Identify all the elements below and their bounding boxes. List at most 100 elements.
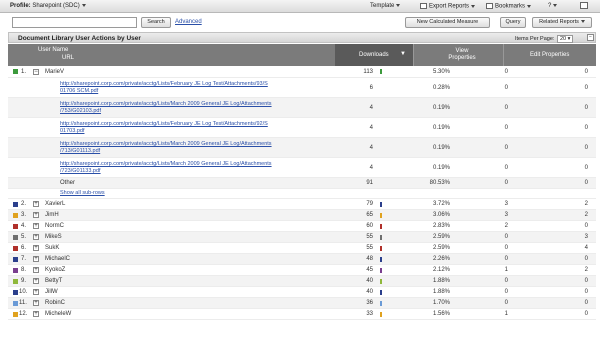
url-link[interactable]: http://sharepoint.corp.com/private/acctg… [60, 161, 272, 175]
expand-icon[interactable]: + [33, 278, 39, 284]
table-row[interactable]: 5. + MikeS 55 2.59% 0 3 [8, 232, 596, 243]
collapse-icon[interactable]: − [33, 69, 39, 75]
downloads-percent: 0.28% [432, 85, 450, 91]
user-name: JillW [45, 289, 58, 295]
edit-properties-value: 0 [584, 105, 588, 111]
expand-icon[interactable]: + [33, 201, 39, 207]
column-header-user-name[interactable]: User Name URL [8, 44, 335, 66]
downloads-percent: 2.83% [432, 223, 450, 229]
expand-icon[interactable]: + [33, 289, 39, 295]
expand-icon[interactable]: + [33, 256, 39, 262]
table-row[interactable]: 4. + NormC 60 2.83% 2 0 [8, 221, 596, 232]
table-row[interactable]: 9. + BettyT 40 1.88% 0 0 [8, 276, 596, 287]
edit-properties-value: 0 [584, 256, 588, 262]
expand-icon[interactable]: + [33, 267, 39, 273]
new-calculated-measure-button[interactable]: New Calculated Measure [405, 17, 490, 28]
table-row[interactable]: 10. + JillW 40 1.88% 0 0 [8, 287, 596, 298]
user-name: JimH [45, 212, 59, 218]
series-color-swatch [13, 268, 18, 273]
export-icon [420, 3, 427, 9]
column-header-view-properties[interactable]: View Properties [413, 44, 503, 66]
downloads-value: 55 [366, 234, 373, 240]
help-menu[interactable]: ? [548, 3, 558, 9]
window-toggle-button[interactable] [580, 2, 590, 9]
url-link[interactable]: http://sharepoint.corp.com/private/acctg… [60, 141, 272, 155]
chevron-down-icon [527, 4, 532, 8]
row-index: 2. [21, 201, 27, 207]
advanced-search-link[interactable]: Advanced [175, 19, 202, 25]
edit-properties-value: 0 [584, 300, 588, 306]
user-name: XavierL [45, 201, 66, 207]
downloads-value: 6 [369, 85, 373, 91]
view-properties-value: 0 [504, 278, 508, 284]
expand-icon[interactable]: + [33, 300, 39, 306]
downloads-value: 40 [366, 289, 373, 295]
table-row[interactable]: 3. + JimH 65 3.06% 3 2 [8, 210, 596, 221]
expand-icon[interactable]: + [33, 223, 39, 229]
expand-icon[interactable]: + [33, 234, 39, 240]
downloads-percent: 3.06% [432, 212, 450, 218]
url-link[interactable]: http://sharepoint.corp.com/private/acctg… [60, 101, 272, 115]
report-panel-header: Document Library User Actions by User [8, 32, 596, 43]
downloads-value: 113 [363, 69, 373, 75]
top-toolbar: Profile: Sharepoint (SDC) Template Expor… [0, 0, 600, 13]
series-color-swatch [13, 312, 18, 317]
series-color-swatch [13, 235, 18, 240]
table-row[interactable]: 8. + KyokoZ 45 2.12% 1 2 [8, 265, 596, 276]
edit-properties-value: 0 [584, 69, 588, 75]
bookmark-icon [486, 3, 493, 9]
downloads-percent: 80.53% [429, 180, 450, 186]
downloads-value: 65 [366, 212, 373, 218]
user-name: MicheleW [45, 311, 72, 317]
search-button[interactable]: Search [141, 17, 171, 28]
url-link[interactable]: http://sharepoint.corp.com/private/acctg… [60, 121, 268, 135]
url-line-2: 01703.pdf [60, 128, 85, 134]
column-header-edit-properties[interactable]: Edit Properties [503, 44, 596, 66]
row-index: 7. [21, 256, 27, 262]
column-view-properties-label: View Properties [448, 48, 476, 61]
edit-properties-value: 4 [584, 245, 588, 251]
template-menu[interactable]: Template [370, 3, 401, 9]
view-properties-value: 0 [504, 180, 508, 186]
table-row[interactable]: 6. + SukK 55 2.59% 0 4 [8, 243, 596, 254]
items-per-page-select[interactable]: 20 ▾ [556, 35, 574, 43]
downloads-bar [380, 268, 382, 273]
table-row[interactable]: 2. + XavierL 79 3.72% 3 2 [8, 199, 596, 210]
expand-icon[interactable]: + [33, 311, 39, 317]
expand-icon[interactable]: + [33, 212, 39, 218]
related-reports-button[interactable]: Related Reports [532, 17, 592, 28]
user-name: MarieV [45, 69, 65, 75]
column-edit-properties-label: Edit Properties [530, 52, 570, 58]
series-color-swatch [13, 69, 18, 74]
url-link[interactable]: http://sharepoint.corp.com/private/acctg… [60, 81, 268, 95]
items-per-page-label: Items Per Page: [515, 36, 555, 42]
other-label: Other [60, 180, 76, 186]
table-row[interactable]: 12. + MicheleW 33 1.56% 1 0 [8, 309, 596, 320]
edit-properties-value: 0 [584, 289, 588, 295]
table-row[interactable]: 11. + RobinC 36 1.70% 0 0 [8, 298, 596, 309]
user-name: KyokoZ [45, 267, 66, 273]
downloads-value: 55 [366, 245, 373, 251]
sort-desc-icon: ▼ [400, 51, 406, 57]
downloads-bar [380, 257, 382, 262]
show-all-sub-rows-link[interactable]: Show all sub-rows [60, 190, 105, 197]
url-line-2: /753/G02103.pdf [60, 108, 101, 114]
row-index: 3. [21, 212, 27, 218]
user-name: SukK [45, 245, 60, 251]
query-button[interactable]: Query [500, 17, 526, 28]
view-properties-value: 1 [504, 267, 508, 273]
column-header-downloads[interactable]: Downloads ▼ [335, 44, 413, 66]
row-index: 11. [19, 300, 27, 306]
profile-selector[interactable]: Profile: Sharepoint (SDC) [10, 3, 86, 9]
expand-icon[interactable]: + [33, 245, 39, 251]
table-row[interactable]: 1. − MarieV 113 5.30% 0 0 [8, 66, 596, 78]
search-input[interactable] [12, 17, 137, 28]
sub-row-other: Other 91 80.53% 0 0 [8, 178, 596, 189]
export-reports-menu[interactable]: Export Reports [420, 3, 476, 10]
downloads-bar [380, 312, 382, 317]
collapse-panel-button[interactable]: − [587, 34, 594, 41]
bookmarks-menu[interactable]: Bookmarks [486, 3, 532, 10]
table-row[interactable]: 7. + MichaelC 48 2.26% 0 0 [8, 254, 596, 265]
sub-row: http://sharepoint.corp.com/private/acctg… [8, 118, 596, 138]
downloads-value: 91 [366, 180, 373, 186]
